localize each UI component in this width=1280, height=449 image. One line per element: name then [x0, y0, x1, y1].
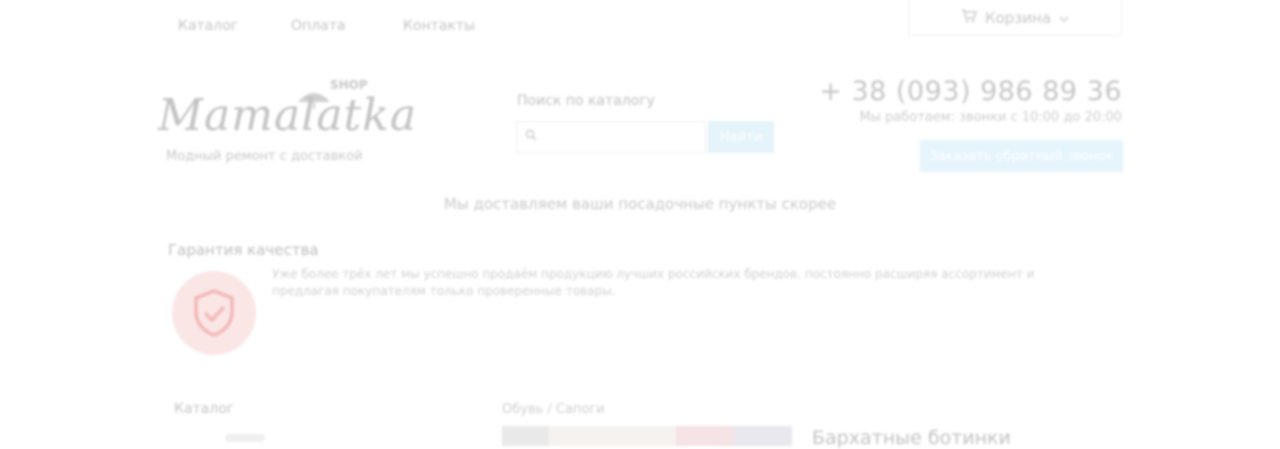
cart-icon: [961, 8, 977, 28]
cart-label: Корзина: [984, 8, 1052, 27]
guarantee-badge: [172, 271, 256, 355]
working-hours: Мы работаем: звонки с 10:00 до 20:00: [859, 110, 1122, 125]
search-button[interactable]: Найти: [708, 121, 774, 153]
breadcrumb[interactable]: Обувь / Сапоги: [502, 402, 605, 417]
search-icon: [525, 129, 537, 145]
logo-tagline: Модный ремонт с доставкой: [166, 149, 363, 164]
logo[interactable]: SHOP Mamalatka Модный ремонт с доставкой: [158, 78, 416, 168]
catalog-item-placeholder: [225, 434, 265, 442]
logo-wordmark: Mamalatka: [158, 90, 418, 141]
callback-button[interactable]: Заказать обратный звонок: [920, 140, 1123, 172]
nav-link-contacts[interactable]: Контакты: [403, 18, 475, 34]
shield-check-icon: [194, 289, 234, 337]
chevron-down-icon: [1059, 9, 1069, 27]
nav-link-payment[interactable]: Оплата: [291, 18, 345, 34]
product-image[interactable]: [502, 426, 792, 446]
guarantee-title: Гарантия качества: [168, 241, 319, 259]
nav-link-catalog[interactable]: Каталог: [178, 18, 238, 34]
catalog-heading: Каталог: [174, 401, 235, 417]
guarantee-text: Уже более трёх лет мы успешно продаём пр…: [272, 267, 1035, 298]
cart-button[interactable]: Корзина: [908, 0, 1122, 36]
search-label: Поиск по каталогу: [517, 93, 655, 109]
search-input[interactable]: [516, 121, 706, 153]
product-title[interactable]: Бархатные ботинки: [812, 427, 1011, 449]
phone-number[interactable]: + 38 (093) 986 89 36: [819, 76, 1122, 107]
delivery-notice: Мы доставляем ваши посадочные пункты ско…: [443, 195, 837, 213]
